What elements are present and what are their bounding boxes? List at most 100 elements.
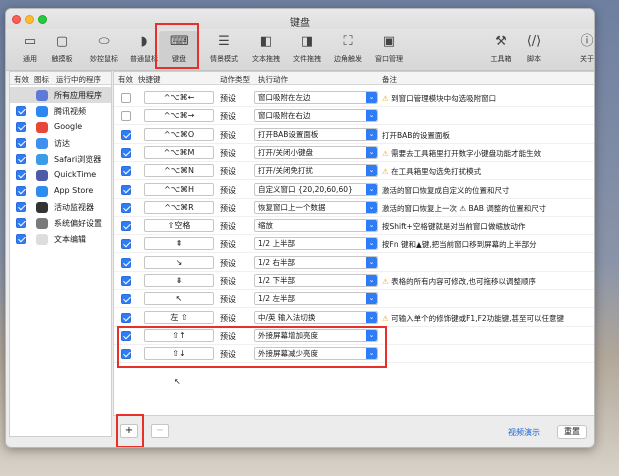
app-row[interactable]: 活动监视器 [10, 199, 111, 215]
shortcut-row[interactable]: ⇧↑ 预设 外接屏幕增加亮度 ⌄ [114, 327, 594, 345]
action-select[interactable]: 自定义窗口 {20,20,60,60} ⌄ [254, 182, 378, 196]
chevron-down-icon[interactable]: ⌄ [366, 165, 377, 177]
shortcut-key-field[interactable]: ^⌥⌘→ [144, 109, 214, 123]
app-row[interactable]: 所有应用程序 [10, 87, 111, 103]
shortcut-key-field[interactable]: 左 ⇧ [144, 310, 214, 324]
chevron-down-icon[interactable]: ⌄ [366, 201, 377, 213]
add-row-button[interactable]: + [120, 424, 138, 438]
action-select[interactable]: 外接屏幕减少亮度 ⌄ [254, 347, 378, 361]
shortcut-key-field[interactable]: ^⌥⌘← [144, 91, 214, 104]
shortcut-row[interactable]: ^⌥⌘R 预设 恢复窗口上一个数据 ⌄ 激活的窗口恢复上一次 ⚠ BAB 调整的位置和尺… [114, 199, 594, 217]
shortcut-row[interactable]: ⇟ 预设 1/2 下半部 ⌄ ⚠ 表格的所有内容可修改,也可拖移以调整顺序 [114, 272, 594, 290]
shortcut-row[interactable]: ⇞ 预设 1/2 上半部 ⌄ 按Fn 键和▲键,把当前窗口移到屏幕的上半部分 [114, 235, 594, 254]
action-select[interactable]: 1/2 上半部 ⌄ [254, 237, 378, 251]
action-select[interactable]: 打开/关闭免打扰 ⌄ [254, 164, 378, 178]
shortcut-key-field[interactable]: ^⌥⌘O [144, 127, 214, 141]
shortcut-key-field[interactable]: ↖ [144, 292, 214, 306]
toolbar-tab-11[interactable]: ⟨/⟩ 脚本 [514, 31, 554, 69]
shortcut-enabled-checkbox[interactable] [121, 312, 131, 323]
app-row[interactable]: App Store [10, 183, 111, 199]
app-enabled-checkbox[interactable] [16, 138, 26, 148]
app-enabled-checkbox[interactable] [16, 154, 26, 164]
remove-row-button[interactable]: − [151, 424, 169, 438]
toolbar-tab-8[interactable]: ⛶ 边角触发 [328, 31, 368, 69]
action-select[interactable]: 窗口吸附在左边 ⌄ [254, 91, 378, 104]
shortcut-enabled-checkbox[interactable] [121, 129, 131, 140]
shortcut-row[interactable]: ↘ 预设 1/2 右半部 ⌄ [114, 254, 594, 272]
shortcut-enabled-checkbox[interactable] [121, 202, 131, 213]
shortcut-enabled-checkbox[interactable] [121, 166, 131, 177]
shortcut-key-field[interactable]: ^⌥⌘N [144, 164, 214, 178]
chevron-down-icon[interactable]: ⌄ [366, 293, 377, 305]
action-select[interactable]: 恢复窗口上一个数据 ⌄ [254, 200, 378, 214]
chevron-down-icon[interactable]: ⌄ [366, 220, 377, 232]
chevron-down-icon[interactable]: ⌄ [366, 256, 377, 268]
chevron-down-icon[interactable]: ⌄ [366, 128, 377, 140]
action-select[interactable]: 缩放 ⌄ [254, 219, 378, 233]
app-row[interactable]: 访达 [10, 135, 111, 151]
shortcut-enabled-checkbox[interactable] [121, 147, 131, 158]
shortcut-key-field[interactable]: ⇞ [144, 237, 214, 251]
toolbar-tab-12[interactable]: ⓘ 关于 [567, 31, 594, 69]
chevron-down-icon[interactable]: ⌄ [366, 146, 377, 158]
toolbar-tab-3[interactable]: ◗ 普通鼠标 [124, 31, 164, 69]
shortcut-enabled-checkbox[interactable] [121, 221, 131, 232]
shortcut-row[interactable]: ^⌥⌘N 预设 打开/关闭免打扰 ⌄ ⚠ 在工具箱里勾选免打扰模式 [114, 162, 594, 181]
chevron-down-icon[interactable]: ⌄ [366, 311, 377, 323]
toolbar-tab-2[interactable]: ⬭ 妙控鼠标 [84, 31, 124, 69]
action-select[interactable]: 1/2 下半部 ⌄ [254, 274, 378, 287]
toolbar-tab-5[interactable]: ☰ 情景模式 [204, 31, 244, 69]
app-enabled-checkbox[interactable] [16, 234, 26, 244]
shortcut-key-field[interactable]: ⇧↓ [144, 347, 214, 361]
chevron-down-icon[interactable]: ⌄ [366, 238, 377, 250]
action-select[interactable]: 1/2 右半部 ⌄ [254, 255, 378, 269]
shortcut-row[interactable]: ^⌥⌘M 预设 打开/关闭小键盘 ⌄ ⚠ 需要去工具箱里打开数字小键盘功能才能生效 [114, 144, 594, 162]
shortcut-row[interactable]: ^⌥⌘O 预设 打开BAB设置面板 ⌄ 打开BAB的设置面板 [114, 126, 594, 144]
chevron-down-icon[interactable]: ⌄ [366, 110, 377, 122]
action-select[interactable]: 打开BAB设置面板 ⌄ [254, 127, 378, 141]
app-enabled-checkbox[interactable] [16, 170, 26, 180]
app-enabled-checkbox[interactable] [16, 106, 26, 116]
shortcut-row[interactable]: ^⌥⌘→ 预设 窗口吸附在右边 ⌄ [114, 107, 594, 126]
app-enabled-checkbox[interactable] [16, 122, 26, 132]
shortcut-enabled-checkbox[interactable] [121, 257, 131, 268]
shortcut-row[interactable]: 左 ⇧ 预设 中/英 输入法切换 ⌄ ⚠ 可输入单个的修饰键或F1,F2功能键,甚至可以… [114, 309, 594, 327]
chevron-down-icon[interactable]: ⌄ [366, 275, 377, 286]
action-select[interactable]: 外接屏幕增加亮度 ⌄ [254, 328, 378, 342]
app-row[interactable]: Google [10, 119, 111, 135]
app-row[interactable]: Safari浏览器 [10, 151, 111, 167]
shortcut-enabled-checkbox[interactable] [121, 111, 131, 122]
app-enabled-checkbox[interactable] [16, 186, 26, 196]
chevron-down-icon[interactable]: ⌄ [366, 92, 377, 103]
action-select[interactable]: 1/2 左半部 ⌄ [254, 292, 378, 306]
toolbar-tab-9[interactable]: ▣ 窗口管理 [369, 31, 409, 69]
app-row[interactable]: 系统偏好设置 [10, 215, 111, 231]
shortcut-key-field[interactable]: ⇟ [144, 274, 214, 287]
shortcut-enabled-checkbox[interactable] [121, 184, 131, 195]
app-row[interactable]: 腾讯视频 [10, 103, 111, 119]
shortcut-enabled-checkbox[interactable] [121, 349, 131, 360]
shortcut-enabled-checkbox[interactable] [121, 330, 131, 341]
chevron-down-icon[interactable]: ⌄ [366, 183, 377, 195]
app-enabled-checkbox[interactable] [16, 202, 26, 212]
action-select[interactable]: 打开/关闭小键盘 ⌄ [254, 145, 378, 159]
toolbar-tab-7[interactable]: ◨ 文件拖拽 [287, 31, 327, 69]
shortcut-key-field[interactable]: ⇧空格 [144, 219, 214, 233]
shortcut-row[interactable]: ^⌥⌘H 预设 自定义窗口 {20,20,60,60} ⌄ 激活的窗口恢复成自定义的位置… [114, 181, 594, 199]
shortcut-enabled-checkbox[interactable] [121, 93, 131, 103]
toolbar-tab-6[interactable]: ◧ 文本拖拽 [246, 31, 286, 69]
shortcut-key-field[interactable]: ⇧↑ [144, 328, 214, 342]
video-demo-link[interactable]: 视频演示 [508, 427, 540, 438]
shortcut-row[interactable]: ⇧空格 预设 缩放 ⌄ 按Shift+空格键就是对当前窗口做缩放动作 [114, 217, 594, 236]
shortcut-key-field[interactable]: ^⌥⌘M [144, 145, 214, 159]
shortcut-enabled-checkbox[interactable] [121, 276, 131, 286]
shortcut-enabled-checkbox[interactable] [121, 239, 131, 250]
toolbar-tab-1[interactable]: ▢ 触摸板 [42, 31, 82, 69]
shortcut-enabled-checkbox[interactable] [121, 294, 131, 305]
app-row[interactable]: 文本编辑 [10, 231, 111, 247]
shortcut-key-field[interactable]: ↘ [144, 255, 214, 269]
app-row[interactable]: QuickTime [10, 167, 111, 183]
shortcut-row[interactable]: ⇧↓ 预设 外接屏幕减少亮度 ⌄ [114, 345, 594, 364]
chevron-down-icon[interactable]: ⌄ [366, 348, 377, 360]
shortcut-row[interactable]: ^⌥⌘← 预设 窗口吸附在左边 ⌄ ⚠ 到窗口管理模块中勾选吸附窗口 [114, 89, 594, 107]
